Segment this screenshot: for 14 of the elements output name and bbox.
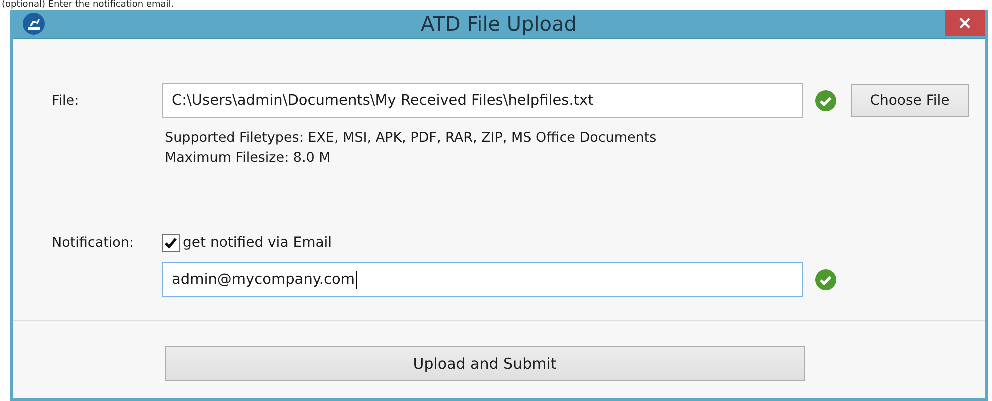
email-field[interactable]: admin@mycompany.com — [162, 262, 803, 297]
choose-file-button[interactable]: Choose File — [851, 84, 969, 117]
heading-text: (optional) Enter the notification email. — [2, 0, 176, 10]
field-label: Notification: — [52, 235, 134, 251]
hint-text: Maximum Filesize: 8.0 M — [165, 149, 331, 168]
checkbox-label: get notified via Email — [183, 235, 332, 251]
app-logo-icon — [23, 13, 45, 35]
hint-text: Supported Filetypes: EXE, MSI, APK, PDF, RAR, ZIP, MS Office Documents — [165, 129, 657, 148]
upload-submit-button[interactable]: Upload and Submit — [165, 346, 805, 381]
checkbox[interactable] — [162, 234, 180, 252]
close-button[interactable]: × — [945, 10, 985, 36]
file-path-field[interactable]: C:\Users\admin\Documents\My Received Files\helpfiles.txt — [162, 83, 803, 118]
field-label: File: — [52, 92, 80, 108]
window-title: ATD File Upload — [420, 12, 577, 36]
